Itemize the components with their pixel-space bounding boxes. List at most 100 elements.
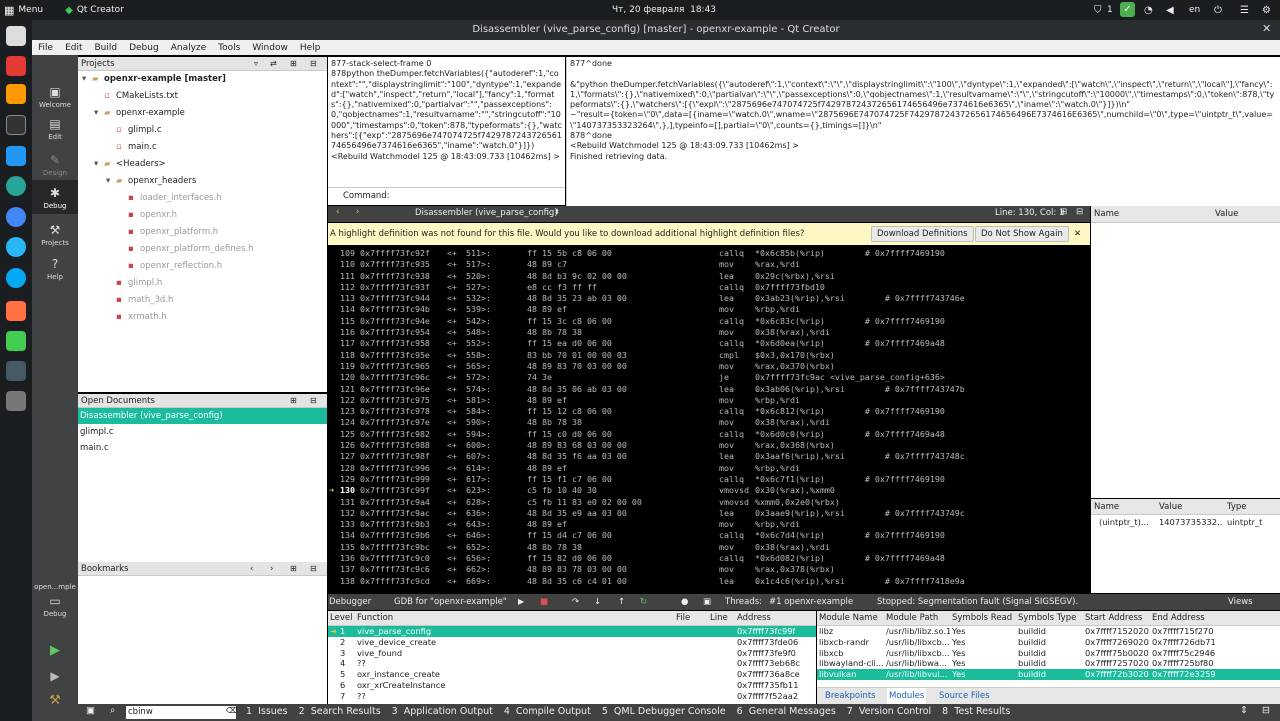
modules-col[interactable]: Symbols Type — [1018, 611, 1076, 626]
mode-welcome[interactable]: ▣ Welcome — [32, 85, 78, 109]
language-indicator[interactable]: en — [1189, 5, 1200, 15]
stack-col-address[interactable]: Address — [737, 611, 771, 626]
disassembler-view[interactable]: 109 0x7ffff73fc92f <+ 511>: ff 15 5b c8 06 0… — [328, 246, 1090, 593]
stop-debug-icon[interactable]: ■ — [540, 594, 548, 610]
tab-breakpoints[interactable]: Breakpoints — [825, 688, 876, 704]
stack-row[interactable]: 6 oxr_xrCreateInstance 0x7ffff735fb11 — [328, 680, 816, 691]
notification-count[interactable]: 1 — [1107, 5, 1113, 15]
disasm-line[interactable]: 129 0x7ffff73fc999 <+ 617>: ff 15 f1 c7 06 0… — [328, 474, 1090, 485]
stack-row[interactable]: 2 vive_device_create 0x7ffff73fde06 — [328, 637, 816, 648]
disasm-line[interactable]: 120 0x7ffff73fc96c <+ 572>: 74 3e je 0x7ffff73… — [328, 372, 1090, 383]
module-row[interactable]: libwayland-cli.../usr/lib/libwa... Yes bui… — [817, 658, 1280, 669]
disasm-line[interactable]: 138 0x7ffff73fc9cd <+ 669>: 48 8d 35 c6 c4 0… — [328, 576, 1090, 587]
project-tree-item[interactable]: ▫ CMakeLists.txt — [78, 88, 327, 105]
module-row[interactable]: libz/usr/lib/libz.so.1 Yes buildid 0x7ffff7… — [817, 626, 1280, 637]
watch-col-name[interactable]: Name — [1094, 499, 1119, 515]
download-app-icon[interactable] — [6, 84, 26, 104]
disasm-line[interactable]: 118 0x7ffff73fc95e <+ 558>: 83 bb 70 01 00 0… — [328, 350, 1090, 361]
inkscape-app-icon[interactable] — [6, 361, 26, 381]
mode-debug[interactable]: ✱ Debug — [32, 180, 78, 214]
menu-help[interactable]: Help — [294, 43, 327, 53]
watch-col-type[interactable]: Type — [1227, 499, 1247, 515]
debugger-log-input[interactable]: 877-stack-select-frame 0 878python theDu… — [328, 57, 565, 187]
restart-icon[interactable]: ↻ — [640, 594, 647, 610]
disasm-line[interactable]: 115 0x7ffff73fc94e <+ 542>: ff 15 3c c8 06 0… — [328, 316, 1090, 327]
disasm-line[interactable]: 111 0x7ffff73fc938 <+ 520>: 48 8d b3 9c 02 0… — [328, 271, 1090, 282]
mode-help[interactable]: ? Help — [32, 257, 78, 281]
disasm-line[interactable]: 109 0x7ffff73fc92f <+ 511>: ff 15 5b c8 06 0… — [328, 248, 1090, 259]
modules-col[interactable]: Symbols Read — [952, 611, 1012, 626]
module-row[interactable]: libvulkan/usr/lib/libvul... Yes buildid 0x7… — [817, 669, 1280, 680]
tree-arrow-icon[interactable]: ▾ — [82, 71, 92, 88]
files-app-icon[interactable] — [6, 26, 26, 46]
locals-col-name[interactable]: Name — [1094, 206, 1119, 223]
chrome-app-icon[interactable] — [6, 207, 26, 227]
close-editor-icon[interactable]: ⊟ — [1076, 207, 1083, 217]
disasm-line[interactable]: 135 0x7ffff73fc9bc <+ 652>: 48 8b 78 38 mov 0x… — [328, 542, 1090, 553]
shield-icon[interactable]: ⛉ — [1094, 5, 1102, 16]
back-icon[interactable]: ‹ — [336, 207, 339, 217]
tab-source-files[interactable]: Source Files — [939, 688, 990, 704]
modules-col[interactable]: Start Address — [1085, 611, 1142, 626]
output-pane-button[interactable]: 1 Issues — [246, 706, 288, 717]
split-icon[interactable]: ⊞ — [290, 562, 297, 576]
disasm-line[interactable]: 110 0x7ffff73fc935 <+ 517>: 48 89 c7 mov %rax,… — [328, 259, 1090, 270]
trash-app-icon[interactable] — [6, 391, 26, 411]
download-definitions-button[interactable]: Download Definitions — [871, 226, 974, 242]
project-tree-item[interactable]: ▪ loader_interfaces.h — [78, 190, 327, 207]
next-bookmark-icon[interactable]: › — [270, 562, 273, 576]
step-out-icon[interactable]: ↑ — [618, 594, 625, 610]
locals-col-value[interactable]: Value — [1215, 206, 1238, 223]
forward-icon[interactable]: › — [356, 207, 359, 217]
output-pane-button[interactable]: 8 Test Results — [942, 706, 1010, 717]
project-tree-item[interactable]: ▪ openxr_platform.h — [78, 224, 327, 241]
prev-bookmark-icon[interactable]: ‹ — [250, 562, 253, 576]
stack-col-level[interactable]: Level — [330, 611, 352, 626]
stack-row[interactable]: ➜ 1 vive_parse_config 0x7ffff73fc99f — [328, 626, 816, 637]
disasm-line[interactable]: 113 0x7ffff73fc944 <+ 532>: 48 8d 35 23 ab 0… — [328, 293, 1090, 304]
mode-projects[interactable]: ⚒ Projects — [32, 223, 78, 247]
disasm-line[interactable]: 131 0x7ffff73fc9a4 <+ 628>: c5 fb 11 83 e0 0… — [328, 497, 1090, 508]
disasm-line[interactable]: 122 0x7ffff73fc975 <+ 581>: 48 89 ef mov %rbp,… — [328, 395, 1090, 406]
disasm-line[interactable]: 124 0x7ffff73fc97e <+ 590>: 48 8b 78 38 mov 0x… — [328, 417, 1090, 428]
thread-select[interactable]: #1 openxr-example — [769, 594, 853, 610]
output-pane-button[interactable]: 2 Search Results — [299, 706, 381, 717]
progress-toggle-icon[interactable]: ⇕ — [1240, 705, 1248, 716]
tree-arrow-icon[interactable]: ▾ — [106, 173, 116, 190]
step-over-icon[interactable]: ↷ — [572, 594, 579, 610]
locator-input[interactable]: cbinw — [126, 706, 236, 719]
project-tree-item[interactable]: ▪ openxr_platform_defines.h — [78, 241, 327, 258]
grid-icon[interactable]: ▦ — [4, 4, 14, 17]
project-tree-item[interactable]: ▪ glimpl.h — [78, 275, 327, 292]
split-icon[interactable]: ⊞ — [290, 394, 297, 408]
menu-window[interactable]: Window — [246, 43, 294, 53]
project-tree-item[interactable]: ▾ ▰ openxr-example [master] — [78, 71, 327, 88]
stack-row[interactable]: 7?? 0x7ffff7f52aa2 — [328, 691, 816, 702]
active-app-label[interactable]: Qt Creator — [77, 5, 124, 15]
project-tree-item[interactable]: ▾ ▰ openxr-example — [78, 105, 327, 122]
output-pane-button[interactable]: 7 Version Control — [847, 706, 931, 717]
qtcreator-app-icon[interactable] — [6, 331, 26, 351]
modules-col[interactable]: Module Path — [886, 611, 938, 626]
disasm-line[interactable]: 134 0x7ffff73fc9b6 <+ 646>: ff 15 d4 c7 06 0… — [328, 530, 1090, 541]
mode-design[interactable]: ✎ Design — [32, 153, 78, 177]
close-panel-icon[interactable]: ⊟ — [310, 57, 317, 71]
settings-icon[interactable]: ⚙ — [1262, 5, 1271, 16]
stack-col-line[interactable]: Line — [710, 611, 728, 626]
modules-col[interactable]: End Address — [1152, 611, 1205, 626]
cursor-position[interactable]: Line: 130, Col: 1 — [995, 208, 1064, 218]
disasm-line[interactable]: 119 0x7ffff73fc965 <+ 565>: 48 89 83 70 03 0… — [328, 361, 1090, 372]
project-tree-item[interactable]: ▪ math_3d.h — [78, 292, 327, 309]
browser-app-icon[interactable] — [6, 176, 26, 196]
open-document-item[interactable]: glimpl.c — [78, 424, 327, 440]
disasm-line[interactable]: 136 0x7ffff73fc9c0 <+ 656>: ff 15 82 d0 06 0… — [328, 553, 1090, 564]
close-banner-icon[interactable]: ✕ — [1074, 223, 1081, 245]
filter-icon[interactable]: ▿ — [254, 57, 258, 71]
disasm-line[interactable]: 125 0x7ffff73fc982 <+ 594>: ff 15 c0 d0 06 0… — [328, 429, 1090, 440]
menu-tools[interactable]: Tools — [212, 43, 246, 53]
project-tree-item[interactable]: ▪ openxr_reflection.h — [78, 258, 327, 275]
split-editor-icon[interactable]: ⊞ — [1060, 207, 1067, 217]
project-tree-item[interactable]: ▪ xrmath.h — [78, 309, 327, 326]
tab-modules[interactable]: Modules — [887, 688, 927, 704]
tree-arrow-icon[interactable]: ▾ — [94, 156, 104, 173]
